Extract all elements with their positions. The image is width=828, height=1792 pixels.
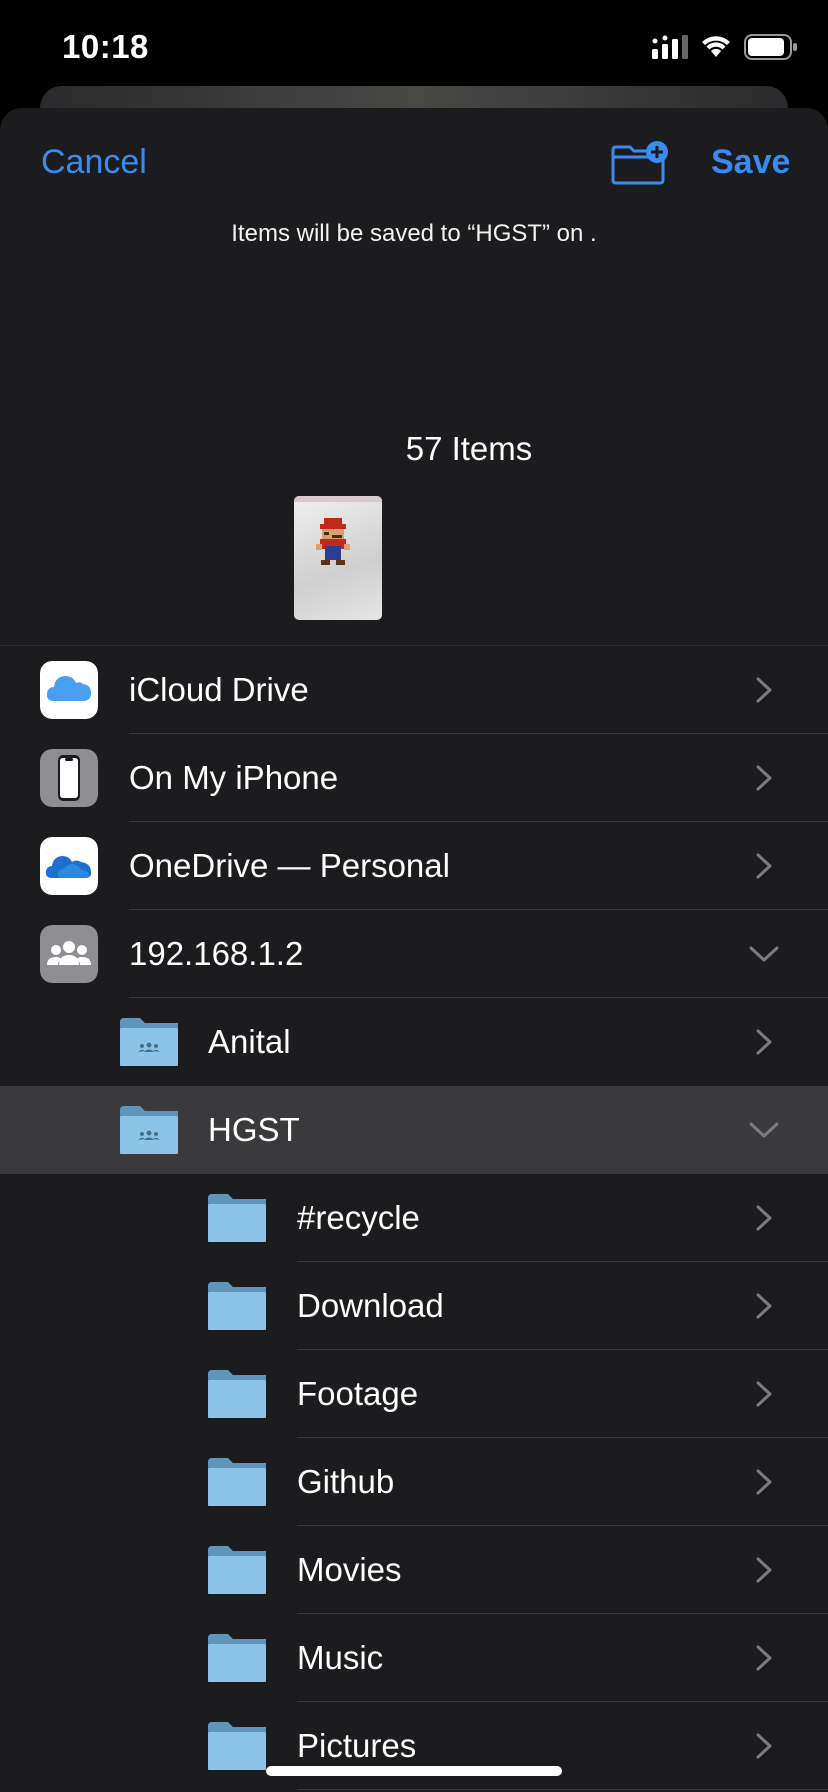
save-button[interactable]: Save: [711, 143, 790, 182]
location-row-onedrive[interactable]: OneDrive — Personal: [0, 822, 828, 910]
location-row-icloud-drive[interactable]: iCloud Drive: [0, 646, 828, 734]
folder-icon: [208, 1458, 266, 1506]
wifi-icon: [702, 36, 730, 57]
folder-icon: [208, 1194, 266, 1242]
location-list: iCloud Drive On My iPhone OneDrive — Per…: [0, 645, 828, 1790]
location-row-on-my-iphone[interactable]: On My iPhone: [0, 734, 828, 822]
chevron-right-icon: [756, 853, 772, 879]
chevron-right-icon: [756, 1029, 772, 1055]
home-indicator[interactable]: [266, 1766, 562, 1776]
share-label: HGST: [208, 1111, 300, 1148]
chevron-right-icon: [756, 1293, 772, 1319]
folder-row[interactable]: #recycle: [0, 1174, 828, 1262]
folder-icon: [208, 1546, 266, 1594]
chevron-right-icon: [756, 1645, 772, 1671]
folder-icon: [208, 1282, 266, 1330]
save-destination-message: Items will be saved to “HGST” on .: [231, 220, 597, 247]
folder-label: Music: [297, 1639, 384, 1676]
folder-label: Download: [297, 1287, 444, 1324]
shared-folder-icon: [120, 1018, 178, 1066]
server-icon: [40, 925, 98, 983]
location-label: 192.168.1.2: [129, 935, 304, 972]
save-sheet: Cancel Save Items will be saved to “HGST…: [0, 108, 828, 1792]
folder-row[interactable]: Download: [0, 1262, 828, 1350]
chevron-right-icon: [756, 1733, 772, 1759]
chevron-down-icon: [749, 946, 779, 962]
share-row-anital[interactable]: Anital: [0, 998, 828, 1086]
cellular-signal-icon: [652, 35, 688, 59]
location-label: OneDrive — Personal: [129, 847, 450, 884]
battery-icon: [744, 34, 797, 60]
status-time: 10:18: [62, 28, 149, 65]
folder-label: Github: [297, 1463, 395, 1500]
chevron-right-icon: [756, 1381, 772, 1407]
folder-row[interactable]: Music: [0, 1614, 828, 1702]
location-label: On My iPhone: [129, 759, 339, 796]
location-row-server[interactable]: 192.168.1.2: [0, 910, 828, 998]
folder-label: #recycle: [297, 1199, 420, 1236]
folder-row[interactable]: Movies: [0, 1526, 828, 1614]
chevron-right-icon: [756, 1469, 772, 1495]
chevron-right-icon: [756, 677, 772, 703]
chevron-right-icon: [756, 1205, 772, 1231]
share-label: Anital: [208, 1023, 291, 1060]
shared-folder-icon: [120, 1106, 178, 1154]
folder-icon: [208, 1722, 266, 1770]
folder-icon: [208, 1634, 266, 1682]
folder-label: Footage: [297, 1375, 419, 1412]
status-icons: [652, 34, 798, 60]
folder-label: Pictures: [297, 1727, 417, 1764]
item-count: 57 Items: [405, 430, 533, 467]
folder-row[interactable]: Github: [0, 1438, 828, 1526]
status-bar: 10:18: [0, 0, 828, 100]
location-label: iCloud Drive: [129, 671, 309, 708]
chevron-down-icon: [749, 1122, 779, 1138]
folder-row[interactable]: Pictures: [0, 1702, 828, 1790]
folder-label: Movies: [297, 1551, 402, 1588]
iphone-icon: [40, 749, 98, 807]
onedrive-icon: [40, 837, 98, 895]
cancel-button[interactable]: Cancel: [41, 143, 147, 182]
folder-row[interactable]: Footage: [0, 1350, 828, 1438]
chevron-right-icon: [756, 1557, 772, 1583]
chevron-right-icon: [756, 765, 772, 791]
item-thumbnail: [294, 496, 382, 620]
new-folder-icon[interactable]: [610, 140, 670, 186]
share-row-hgst[interactable]: HGST: [0, 1086, 828, 1174]
icloud-icon: [40, 661, 98, 719]
folder-icon: [208, 1370, 266, 1418]
